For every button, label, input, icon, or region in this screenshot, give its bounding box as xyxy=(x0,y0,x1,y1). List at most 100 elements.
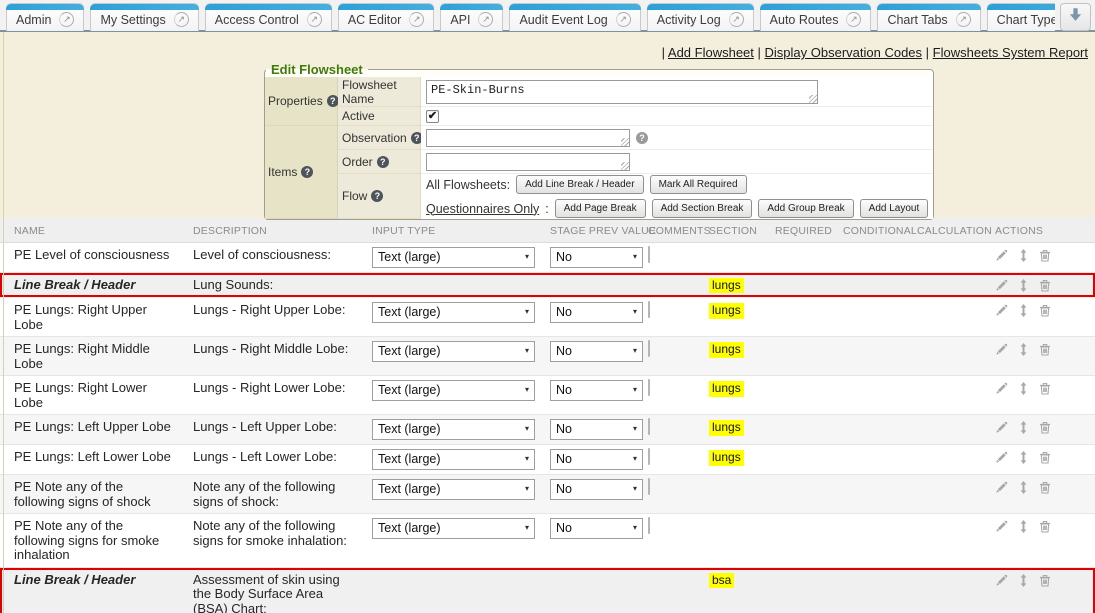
move-icon[interactable] xyxy=(1018,520,1029,533)
stage-prev-value-select[interactable]: No▾ xyxy=(550,341,643,362)
input-type-select[interactable]: Text (large)▾ xyxy=(372,419,535,440)
questionnaires-buttons: Add Page Break Add Section Break Add Group… xyxy=(555,199,929,218)
edit-icon[interactable] xyxy=(995,304,1008,317)
button-add-page-break[interactable]: Add Page Break xyxy=(555,199,646,218)
edit-icon[interactable] xyxy=(995,481,1008,494)
move-icon[interactable] xyxy=(1018,343,1029,356)
stage-prev-value-select[interactable]: No▾ xyxy=(550,247,643,268)
help-icon[interactable]: ? xyxy=(636,132,648,144)
move-icon[interactable] xyxy=(1018,574,1029,587)
tab-chart-types[interactable]: Chart Types↗ xyxy=(987,3,1055,31)
required-cell xyxy=(761,298,829,336)
stage-prev-value-select[interactable]: No▾ xyxy=(550,302,643,323)
section-cell xyxy=(695,475,761,513)
delete-icon[interactable] xyxy=(1039,343,1051,356)
tab-audit-event-log[interactable]: Audit Event Log↗ xyxy=(509,3,640,31)
tab-my-settings[interactable]: My Settings↗ xyxy=(90,3,198,31)
move-icon[interactable] xyxy=(1018,279,1029,292)
tab-auto-routes[interactable]: Auto Routes↗ xyxy=(760,3,872,31)
edit-icon[interactable] xyxy=(995,451,1008,464)
stage-prev-value-select[interactable]: No▾ xyxy=(550,380,643,401)
comments-checkbox[interactable] xyxy=(648,340,650,357)
resize-grip[interactable] xyxy=(809,95,817,103)
item-description: Lungs - Right Upper Lobe: xyxy=(179,298,358,336)
item-name: PE Note any of the following signs of sh… xyxy=(0,475,179,513)
delete-icon[interactable] xyxy=(1039,249,1051,262)
tab-activity-log[interactable]: Activity Log↗ xyxy=(647,3,754,31)
tab-api[interactable]: API↗ xyxy=(440,3,503,31)
tab-chart-tabs[interactable]: Chart Tabs↗ xyxy=(877,3,980,31)
observation-input[interactable] xyxy=(427,130,629,146)
stage-prev-value-select[interactable]: No▾ xyxy=(550,419,643,440)
edit-icon[interactable] xyxy=(995,421,1008,434)
comments-checkbox[interactable] xyxy=(648,448,650,465)
input-type-select[interactable]: Text (large)▾ xyxy=(372,341,535,362)
help-icon[interactable]: ? xyxy=(377,156,389,168)
delete-icon[interactable] xyxy=(1039,574,1051,587)
edit-icon[interactable] xyxy=(995,520,1008,533)
link-display-observation-codes[interactable]: Display Observation Codes xyxy=(765,45,923,60)
comments-checkbox[interactable] xyxy=(648,246,650,263)
item-name: PE Lungs: Left Lower Lobe xyxy=(0,445,179,474)
button-add-layout[interactable]: Add Layout xyxy=(860,199,929,218)
tab-admin[interactable]: Admin↗ xyxy=(6,3,84,31)
comments-checkbox[interactable] xyxy=(648,379,650,396)
input-type-select[interactable]: Text (large)▾ xyxy=(372,380,535,401)
tab-overflow-button[interactable] xyxy=(1060,3,1091,31)
delete-icon[interactable] xyxy=(1039,279,1051,292)
input-type-select[interactable]: Text (large)▾ xyxy=(372,449,535,470)
input-type-select[interactable]: Text (large)▾ xyxy=(372,247,535,268)
help-icon[interactable]: ? xyxy=(371,190,383,202)
comments-checkbox[interactable] xyxy=(648,418,650,435)
edit-icon[interactable] xyxy=(995,249,1008,262)
delete-icon[interactable] xyxy=(1039,481,1051,494)
move-icon[interactable] xyxy=(1018,481,1029,494)
button-mark-all-required[interactable]: Mark All Required xyxy=(650,175,747,194)
stage-prev-value-cell xyxy=(536,568,634,613)
order-input[interactable] xyxy=(427,154,629,170)
required-cell xyxy=(761,273,829,298)
delete-icon[interactable] xyxy=(1039,382,1051,395)
stage-prev-value-select[interactable]: No▾ xyxy=(550,479,643,500)
move-icon[interactable] xyxy=(1018,451,1029,464)
edit-icon[interactable] xyxy=(995,382,1008,395)
button-add-section-break[interactable]: Add Section Break xyxy=(652,199,753,218)
move-icon[interactable] xyxy=(1018,249,1029,262)
stage-prev-value-select[interactable]: No▾ xyxy=(550,518,643,539)
move-icon[interactable] xyxy=(1018,304,1029,317)
edit-icon[interactable] xyxy=(995,343,1008,356)
button-add-group-break[interactable]: Add Group Break xyxy=(758,199,853,218)
stage-prev-value-select[interactable]: No▾ xyxy=(550,449,643,470)
open-new-window-icon: ↗ xyxy=(846,12,861,27)
header-links: | Add Flowsheet | Display Observation Co… xyxy=(662,45,1088,60)
tab-access-control[interactable]: Access Control↗ xyxy=(205,3,332,31)
questionnaires-only-link[interactable]: Questionnaires Only xyxy=(426,202,539,216)
delete-icon[interactable] xyxy=(1039,520,1051,533)
button-add-line-break-header[interactable]: Add Line Break / Header xyxy=(516,175,644,194)
comments-checkbox[interactable] xyxy=(648,478,650,495)
input-type-select[interactable]: Text (large)▾ xyxy=(372,302,535,323)
resize-grip[interactable] xyxy=(621,138,629,146)
link-flowsheets-system-report[interactable]: Flowsheets System Report xyxy=(933,45,1088,60)
help-icon[interactable]: ? xyxy=(327,95,339,107)
link-add-flowsheet[interactable]: Add Flowsheet xyxy=(668,45,754,60)
flowsheet-name-input[interactable] xyxy=(427,81,817,103)
input-type-select[interactable]: Text (large)▾ xyxy=(372,479,535,500)
delete-icon[interactable] xyxy=(1039,451,1051,464)
move-icon[interactable] xyxy=(1018,382,1029,395)
items-group-label: Items ? xyxy=(265,126,338,219)
comments-checkbox[interactable] xyxy=(648,301,650,318)
resize-grip[interactable] xyxy=(621,162,629,170)
move-icon[interactable] xyxy=(1018,421,1029,434)
tab-ac-editor[interactable]: AC Editor↗ xyxy=(338,3,435,31)
delete-icon[interactable] xyxy=(1039,304,1051,317)
comments-checkbox[interactable] xyxy=(648,517,650,534)
edit-icon[interactable] xyxy=(995,574,1008,587)
delete-icon[interactable] xyxy=(1039,421,1051,434)
help-icon[interactable]: ? xyxy=(301,166,313,178)
input-type-select[interactable]: Text (large)▾ xyxy=(372,518,535,539)
active-checkbox[interactable]: ✔ xyxy=(426,110,439,123)
edit-icon[interactable] xyxy=(995,279,1008,292)
comments-cell xyxy=(634,376,695,414)
required-cell xyxy=(761,514,829,567)
